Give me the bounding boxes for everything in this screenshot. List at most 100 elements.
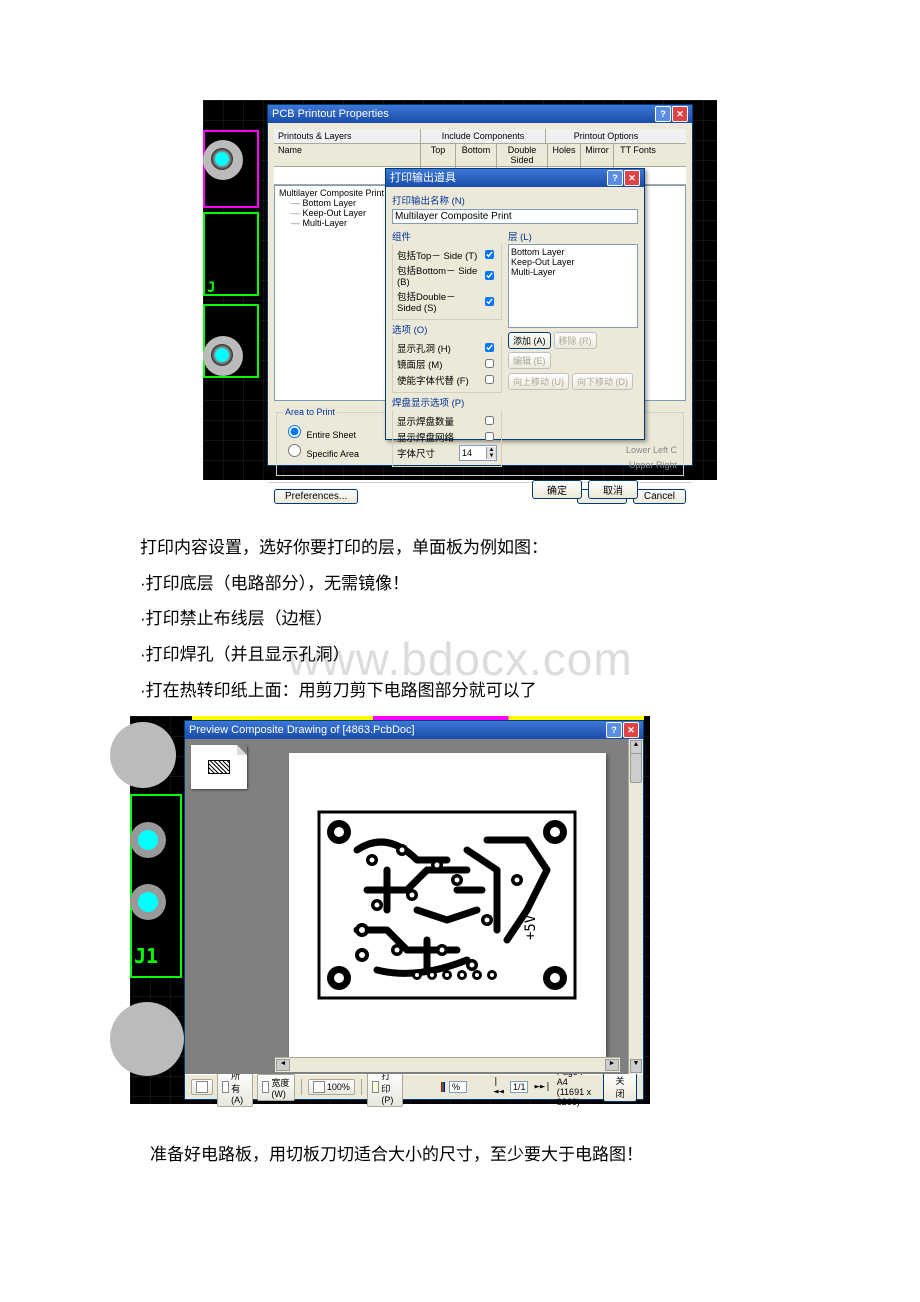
font-size-input[interactable]	[460, 447, 486, 459]
preferences-button[interactable]: Preferences...	[274, 489, 358, 504]
opt-include-top: 包括Top－ Side (T)	[397, 248, 477, 262]
chk-include-double[interactable]	[485, 297, 494, 306]
width-button[interactable]: 宽度 (W)	[257, 1074, 295, 1101]
col-printout-options: Printout Options	[545, 129, 666, 143]
screenshot-preview: J1 Preview Composite Drawing of [4863.Pc…	[130, 716, 650, 1104]
list-item[interactable]: Keep-Out Layer	[511, 257, 635, 267]
help-icon[interactable]: ?	[606, 722, 622, 738]
scroll-right-icon[interactable]: ►	[605, 1059, 619, 1071]
list-item[interactable]: Multi-Layer	[511, 267, 635, 277]
thumbnail-panel	[185, 739, 267, 1074]
preview-titlebar: Preview Composite Drawing of [4863.PcbDo…	[185, 721, 643, 739]
opt-pad-count: 显示焊盘数量	[397, 414, 454, 428]
add-button[interactable]: 添加 (A)	[508, 332, 551, 349]
tree-item[interactable]: Multi-Layer	[303, 218, 348, 228]
group-components-title: 组件	[392, 229, 502, 243]
col-printouts-layers: Printouts & Layers	[274, 129, 420, 143]
opt-mirror: 镜面层 (M)	[397, 357, 442, 371]
chk-font-sub[interactable]	[485, 375, 494, 384]
preview-page: +5V	[289, 753, 606, 1057]
scroll-up-icon[interactable]: ▲	[630, 740, 642, 754]
page-icon	[313, 1081, 325, 1093]
color-icon[interactable]	[441, 1082, 445, 1092]
dialog-print-output-props: 打印输出道具 ? ✕ 打印输出名称 (N) 组件 包括Top－ Side (T)…	[385, 168, 645, 440]
page-corner-icon	[237, 745, 247, 755]
horizontal-scrollbar[interactable]: ◄ ►	[275, 1057, 620, 1072]
bullet-line: ·打印禁止布线层（边框）	[140, 601, 790, 637]
chk-pad-count[interactable]	[485, 416, 494, 425]
pcb-left-art-2: J1	[130, 722, 190, 1098]
nav-first-icon[interactable]: |◄◄	[491, 1077, 506, 1097]
toolbar-page-icon[interactable]	[191, 1079, 213, 1095]
preview-window: Preview Composite Drawing of [4863.PcbDo…	[184, 720, 644, 1100]
col-include-components: Include Components	[420, 129, 545, 143]
spinner-down-icon[interactable]: ▼	[486, 453, 496, 459]
final-paragraph: 准备好电路板，用切板刀切适合大小的尺寸，至少要大于电路图！	[150, 1138, 790, 1172]
remove-button[interactable]: 移除 (R)	[554, 332, 597, 349]
screenshot-pcb-printout: J PCB Printout Properties ? ✕ Printouts …	[203, 100, 717, 480]
right-column: 层 (L) Bottom Layer Keep-Out Layer Multi-…	[508, 230, 638, 470]
help-icon[interactable]: ?	[607, 170, 623, 186]
zoom-percent-field[interactable]: %	[449, 1081, 467, 1093]
opt-include-bottom: 包括Bottom－ Side (B)	[397, 263, 481, 288]
opt-font-size: 字体尺寸	[397, 446, 435, 460]
tree-item[interactable]: Bottom Layer	[303, 198, 357, 208]
pcb-left-art: J	[203, 130, 263, 470]
chk-include-bottom[interactable]	[485, 271, 494, 280]
page: J PCB Printout Properties ? ✕ Printouts …	[0, 0, 920, 1272]
font-size-spinner[interactable]: ▲▼	[459, 445, 497, 461]
thumbnail-page[interactable]	[191, 745, 247, 789]
help-icon[interactable]: ?	[655, 106, 671, 122]
close-icon[interactable]: ✕	[623, 722, 639, 738]
chk-show-holes[interactable]	[485, 343, 494, 352]
layer-list[interactable]: Bottom Layer Keep-Out Layer Multi-Layer	[508, 244, 638, 328]
ok-button[interactable]: 确定	[532, 480, 582, 499]
close-button[interactable]: 关闭	[603, 1072, 637, 1102]
grid-icon	[222, 1081, 229, 1093]
scroll-down-icon[interactable]: ▼	[630, 1059, 642, 1073]
col-top: Top	[420, 144, 455, 166]
name-input[interactable]	[392, 209, 638, 224]
preview-title: Preview Composite Drawing of [4863.PcbDo…	[189, 721, 415, 739]
scroll-left-icon[interactable]: ◄	[276, 1059, 290, 1071]
chk-include-top[interactable]	[485, 250, 494, 259]
dialog2-titlebar: 打印输出道具 ? ✕	[386, 169, 644, 187]
moveup-button[interactable]: 向上移动 (U)	[508, 373, 569, 390]
close-icon[interactable]: ✕	[624, 170, 640, 186]
page-field[interactable]: 1/1	[510, 1081, 529, 1093]
list-item[interactable]: Bottom Layer	[511, 247, 635, 257]
paragraph: 打印内容设置，选好你要打印的层，单面板为例如图：	[140, 530, 790, 566]
movedown-button[interactable]: 向下移动 (D)	[572, 373, 633, 390]
dialog2-title: 打印输出道具	[390, 169, 456, 187]
scrollbar-thumb[interactable]	[630, 753, 642, 783]
opt-pad-net: 显示焊盘网络	[397, 430, 454, 444]
table-header-row: Printouts & Layers Include Components Pr…	[274, 129, 686, 144]
table-subheader: Name Top Bottom Double Sided Holes Mirro…	[274, 144, 686, 167]
radio-specific-area[interactable]: Specific Area	[283, 441, 359, 459]
j1-label: J1	[134, 944, 158, 968]
page-icon	[196, 1081, 208, 1093]
vertical-scrollbar[interactable]: ▲ ▼	[628, 739, 643, 1074]
j-label: J	[207, 280, 215, 296]
chk-mirror-layer[interactable]	[485, 359, 494, 368]
radio-entire-sheet[interactable]: Entire Sheet	[283, 422, 356, 440]
opt-show-holes: 显示孔洞 (H)	[397, 341, 451, 355]
thumbnail-pcb-icon	[208, 760, 230, 774]
chk-pad-net[interactable]	[485, 432, 494, 441]
layer-label: 层 (L)	[508, 229, 638, 243]
nav-last-icon[interactable]: ►►|	[532, 1082, 552, 1092]
printer-icon	[372, 1081, 379, 1093]
pcb-drawing: +5V	[317, 810, 577, 1000]
opt-font-sub: 使能字体代替 (F)	[397, 373, 469, 387]
width-icon	[262, 1081, 269, 1093]
col-holes: Holes	[547, 144, 580, 166]
edit-button[interactable]: 编辑 (E)	[508, 352, 551, 369]
opt-include-double: 包括Double－ Sided (S)	[397, 289, 481, 314]
group-options-title: 选项 (O)	[392, 322, 502, 336]
group-pad-title: 焊盘显示选项 (P)	[392, 395, 502, 409]
cancel-button[interactable]: 取消	[588, 480, 638, 499]
close-icon[interactable]: ✕	[672, 106, 688, 122]
zoom-display[interactable]: 100%	[308, 1079, 355, 1095]
dialog1-titlebar: PCB Printout Properties ? ✕	[268, 105, 692, 123]
tree-item[interactable]: Keep-Out Layer	[303, 208, 367, 218]
